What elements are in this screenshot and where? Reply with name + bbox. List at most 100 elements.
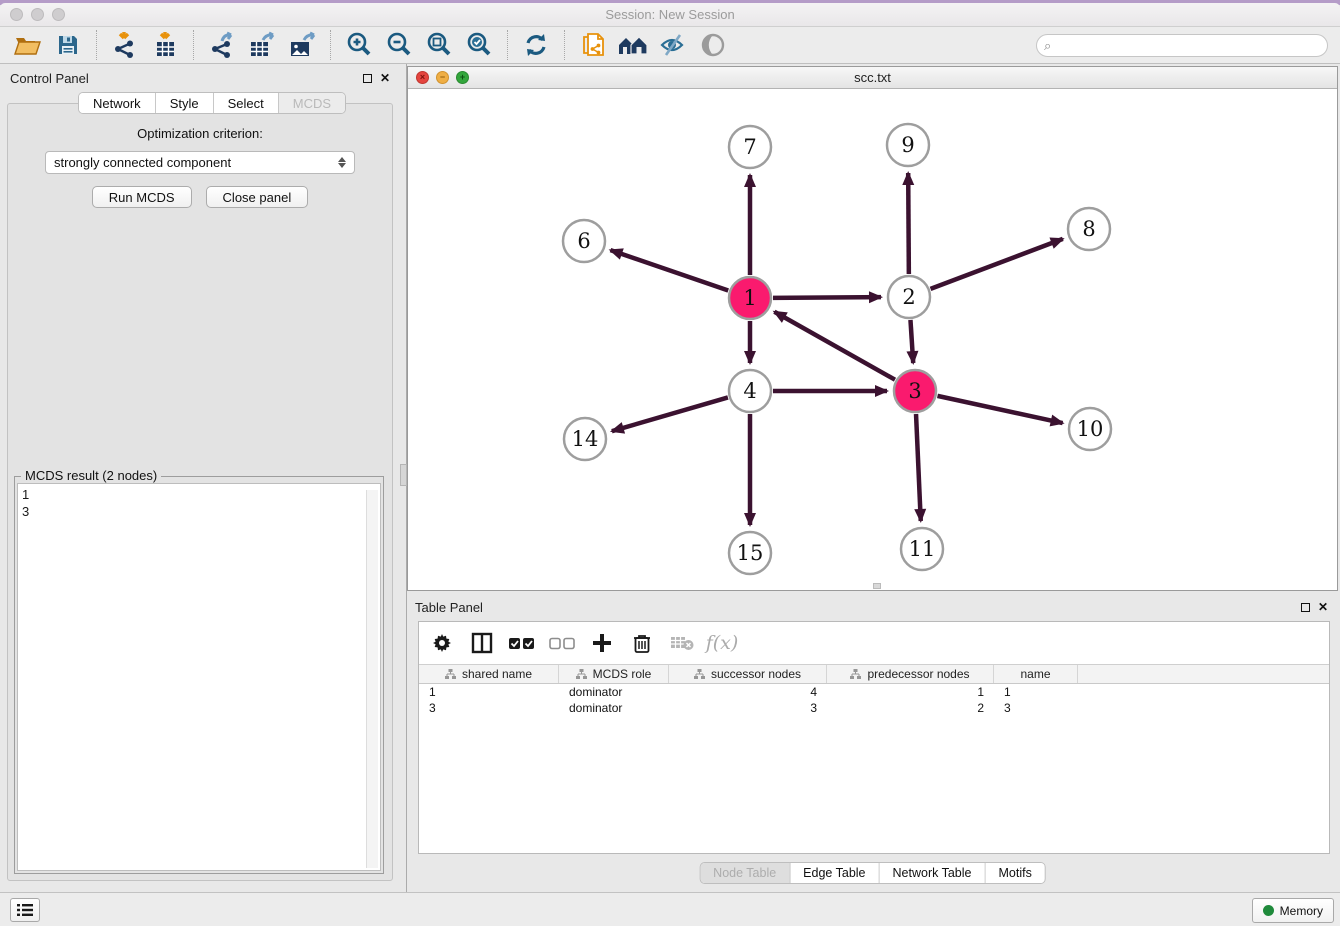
run-mcds-button[interactable]: Run MCDS (92, 186, 192, 208)
result-line: 1 (22, 486, 376, 503)
delete-table-icon[interactable] (669, 630, 695, 656)
node-table-container: f(x) shared name MCDS role successor n (418, 621, 1330, 854)
graph-edge[interactable] (916, 414, 921, 521)
hide-selected-icon[interactable] (653, 29, 693, 61)
column-layout-icon[interactable] (469, 630, 495, 656)
search-input[interactable] (1036, 34, 1328, 57)
graph-edge[interactable] (774, 312, 895, 380)
mcds-panel: Optimization criterion: strongly connect… (7, 103, 393, 881)
cell-predecessor-nodes: 2 (827, 700, 994, 716)
zoom-selected-icon[interactable] (459, 29, 499, 61)
memory-button[interactable]: Memory (1252, 898, 1334, 923)
export-table-icon[interactable] (242, 29, 282, 61)
show-all-icon[interactable] (693, 29, 733, 61)
select-all-icon[interactable] (509, 630, 535, 656)
result-line: 3 (22, 503, 376, 520)
control-panel-header: Control Panel ✕ (0, 66, 400, 90)
open-session-icon[interactable] (8, 29, 48, 61)
mcds-result-text[interactable]: 1 3 (17, 483, 381, 871)
tab-motifs[interactable]: Motifs (985, 863, 1044, 883)
splitter-grip[interactable] (400, 464, 407, 486)
graph-edge[interactable] (931, 239, 1063, 289)
tab-edge-table[interactable]: Edge Table (790, 863, 879, 883)
graph-edge[interactable] (908, 173, 909, 274)
close-table-panel-icon[interactable]: ✕ (1318, 601, 1328, 613)
graph-node[interactable]: 7 (729, 126, 771, 168)
import-network-icon[interactable] (105, 29, 145, 61)
graph-edge[interactable] (773, 297, 881, 298)
zoom-fit-icon[interactable] (419, 29, 459, 61)
column-header-predecessor-nodes[interactable]: predecessor nodes (827, 665, 994, 683)
tab-style[interactable]: Style (156, 93, 214, 113)
column-header-mcds-role[interactable]: MCDS role (559, 665, 669, 683)
view-resize-grip[interactable] (873, 583, 881, 589)
tab-network[interactable]: Network (79, 93, 156, 113)
result-scrollbar[interactable] (366, 490, 378, 868)
graph-node[interactable]: 4 (729, 370, 771, 412)
main-area: Control Panel ✕ Network Style Select MCD… (0, 64, 1340, 892)
tab-mcds[interactable]: MCDS (279, 93, 345, 113)
float-panel-icon[interactable] (363, 74, 372, 83)
graph-node[interactable]: 3 (894, 370, 936, 412)
graph-node[interactable]: 10 (1069, 408, 1111, 450)
close-panel-icon[interactable]: ✕ (380, 72, 390, 84)
tab-network-table[interactable]: Network Table (880, 863, 986, 883)
graph-node[interactable]: 1 (729, 277, 771, 319)
zoom-in-icon[interactable] (339, 29, 379, 61)
first-neighbors-icon[interactable] (613, 29, 653, 61)
criterion-select[interactable]: strongly connected component (45, 151, 355, 174)
table-row[interactable]: 3 dominator 3 2 3 (419, 700, 1329, 716)
graph-edge[interactable] (610, 250, 728, 290)
graph-node[interactable]: 11 (901, 528, 943, 570)
cell-name: 3 (994, 700, 1078, 716)
import-table-icon[interactable] (145, 29, 185, 61)
task-manager-button[interactable] (10, 898, 40, 922)
graph-node[interactable]: 14 (564, 418, 606, 460)
cell-shared-name: 1 (419, 684, 559, 700)
cell-name: 1 (994, 684, 1078, 700)
export-image-icon[interactable] (282, 29, 322, 61)
add-column-icon[interactable] (589, 630, 615, 656)
task-list-icon (17, 903, 33, 917)
network-canvas[interactable]: 7 9 6 8 1 2 4 3 14 10 15 11 (408, 90, 1337, 590)
control-panel: Control Panel ✕ Network Style Select MCD… (0, 66, 400, 881)
graph-node[interactable]: 8 (1068, 208, 1110, 250)
graph-edge[interactable] (937, 396, 1062, 423)
status-bar: Memory (0, 892, 1340, 926)
table-row[interactable]: 1 dominator 4 1 1 (419, 684, 1329, 700)
graph-edge[interactable] (910, 320, 913, 363)
column-header-shared-name[interactable]: shared name (419, 665, 559, 683)
zoom-out-icon[interactable] (379, 29, 419, 61)
network-view-title: scc.txt (408, 70, 1337, 85)
graph-node-label: 9 (901, 133, 914, 157)
graph-node[interactable]: 6 (563, 220, 605, 262)
mcds-result-title: MCDS result (2 nodes) (21, 468, 161, 483)
column-header-name[interactable]: name (994, 665, 1078, 683)
graph-edge[interactable] (612, 397, 728, 431)
graph-node[interactable]: 9 (887, 124, 929, 166)
graph-node[interactable]: 2 (888, 276, 930, 318)
clone-network-icon[interactable] (573, 29, 613, 61)
table-tabs: Node Table Edge Table Network Table Moti… (699, 862, 1046, 884)
apply-layout-icon[interactable] (516, 29, 556, 61)
delete-column-icon[interactable] (629, 630, 655, 656)
cell-predecessor-nodes: 1 (827, 684, 994, 700)
close-panel-button[interactable]: Close panel (206, 186, 309, 208)
control-panel-title: Control Panel (10, 71, 89, 86)
network-window-titlebar[interactable]: × − + scc.txt (408, 67, 1337, 89)
tab-select[interactable]: Select (214, 93, 279, 113)
save-session-icon[interactable] (48, 29, 88, 61)
main-toolbar: ⌕ (0, 27, 1340, 64)
gear-icon[interactable] (429, 630, 455, 656)
graph-node-label: 11 (909, 537, 936, 561)
float-table-panel-icon[interactable] (1301, 603, 1310, 612)
tab-node-table[interactable]: Node Table (700, 863, 790, 883)
column-header-successor-nodes[interactable]: successor nodes (669, 665, 827, 683)
table-header-row: shared name MCDS role successor nodes pr… (419, 665, 1329, 684)
panel-splitter[interactable] (400, 64, 407, 892)
cell-successor-nodes: 3 (669, 700, 827, 716)
export-network-icon[interactable] (202, 29, 242, 61)
deselect-all-icon[interactable] (549, 630, 575, 656)
app-titlebar[interactable]: Session: New Session (0, 3, 1340, 27)
graph-node[interactable]: 15 (729, 532, 771, 574)
